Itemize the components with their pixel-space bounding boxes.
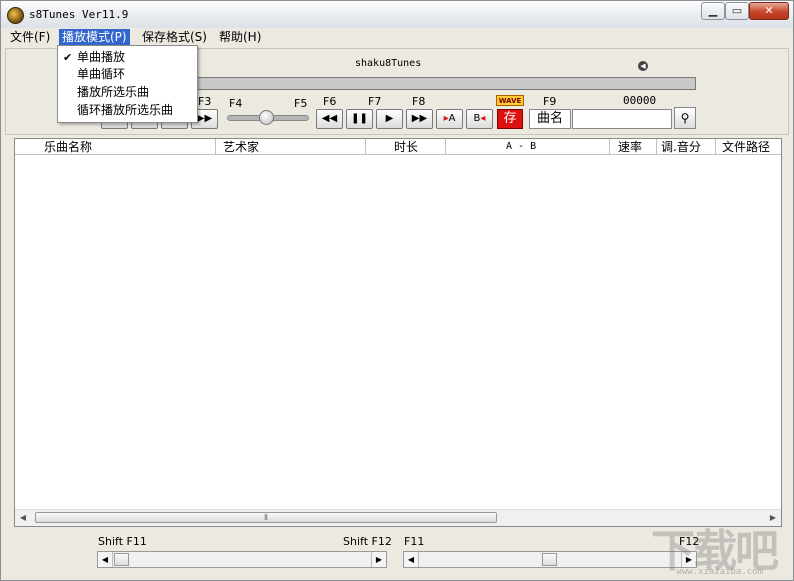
minimize-icon: ▁ — [708, 4, 718, 17]
maximize-icon: ▭ — [731, 4, 743, 17]
seek-bar[interactable] — [121, 77, 696, 90]
rewind-icon: ◀◀ — [321, 113, 338, 124]
dropdown-item-label: 播放所选乐曲 — [77, 85, 150, 99]
window-title: s8Tunes Ver11.9 — [29, 8, 129, 21]
scroll-left-icon[interactable]: ◀ — [18, 512, 28, 523]
set-a-label: A — [448, 113, 456, 124]
f4-label: F4 — [229, 97, 243, 110]
f3-label: F3 — [198, 95, 212, 108]
speed-slider-thumb[interactable] — [259, 110, 274, 125]
column-header-path[interactable]: 文件路径 — [716, 139, 781, 155]
search-field-label: 曲名 — [529, 109, 571, 129]
marker-b-icon: ◂ — [480, 113, 486, 124]
song-table[interactable]: 乐曲名称 艺术家 时长 A - B 速率 调.音分 文件路径 ◀ ⦀ ▶ — [14, 138, 782, 527]
column-header-title[interactable]: 乐曲名称 — [15, 139, 216, 155]
menu-play-mode[interactable]: 播放模式(P) — [59, 29, 130, 45]
pitch-slider-end-label: Shift F12 — [343, 535, 392, 548]
title-bar[interactable]: s8Tunes Ver11.9 ▁ ▭ ✕ — [1, 1, 793, 29]
skip-forward-button[interactable]: ▶▶ — [406, 109, 433, 129]
f9-label: F9 — [543, 95, 557, 108]
f7-label: F7 — [368, 95, 382, 108]
play-mode-dropdown: ✔ 单曲播放 单曲循环 播放所选乐曲 循环播放所选乐曲 — [57, 45, 198, 123]
set-a-button[interactable]: ▸A — [436, 109, 463, 129]
pitch-right-icon[interactable]: ▶ — [371, 552, 386, 567]
f6-label: F6 — [323, 95, 337, 108]
close-button[interactable]: ✕ — [749, 2, 789, 20]
pitch-left-icon[interactable]: ◀ — [98, 552, 113, 567]
search-input[interactable] — [572, 109, 672, 129]
menu-bar: 文件(F) 播放模式(P) 保存格式(S) 帮助(H) — [1, 28, 793, 46]
minimize-button[interactable]: ▁ — [701, 2, 725, 20]
column-header-pitch[interactable]: 调.音分 — [657, 139, 716, 155]
return-icon[interactable]: ◀ — [638, 61, 648, 71]
pitch-slider[interactable]: ◀ ▶ — [97, 551, 387, 568]
scrollbar-thumb[interactable]: ⦀ — [35, 512, 497, 523]
dropdown-item-play-selected[interactable]: 播放所选乐曲 — [58, 84, 197, 101]
dropdown-item-label: 单曲播放 — [77, 50, 126, 64]
pitch-slider-thumb[interactable] — [114, 553, 129, 566]
wave-badge: WAVE — [496, 95, 524, 106]
tune-left-icon[interactable]: ◀ — [404, 552, 419, 567]
set-b-button[interactable]: B◂ — [466, 109, 493, 129]
dropdown-item-label: 单曲循环 — [77, 67, 126, 81]
rewind-button[interactable]: ◀◀ — [316, 109, 343, 129]
close-icon: ✕ — [764, 4, 774, 17]
menu-save-format[interactable]: 保存格式(S) — [139, 29, 210, 45]
tune-slider-thumb[interactable] — [542, 553, 557, 566]
menu-help[interactable]: 帮助(H) — [216, 29, 264, 45]
column-header-duration[interactable]: 时长 — [366, 139, 446, 155]
f8-label: F8 — [412, 95, 426, 108]
watermark-url: www.xiazaiba.com — [676, 567, 763, 577]
maximize-button[interactable]: ▭ — [725, 2, 749, 20]
column-header-rate[interactable]: 速率 — [610, 139, 657, 155]
save-button[interactable]: 存 — [497, 109, 523, 129]
tune-slider-start-label: F11 — [404, 535, 425, 548]
pitch-slider-start-label: Shift F11 — [98, 535, 147, 548]
dropdown-item-single-play[interactable]: ✔ 单曲播放 — [58, 49, 197, 66]
column-header-ab[interactable]: A - B — [446, 139, 610, 155]
dropdown-item-label: 循环播放所选乐曲 — [77, 103, 174, 117]
menu-file[interactable]: 文件(F) — [7, 29, 53, 45]
position-counter: 00000 — [623, 94, 657, 107]
column-header-artist[interactable]: 艺术家 — [216, 139, 366, 155]
fast-forward-icon: ▶▶ — [196, 113, 213, 124]
search-button[interactable]: ⚲ — [674, 107, 696, 129]
now-playing-title: shaku8Tunes — [355, 58, 422, 69]
dropdown-item-loop-selected[interactable]: 循环播放所选乐曲 — [58, 102, 197, 119]
app-logo-icon[interactable] — [7, 7, 24, 24]
play-button[interactable]: ▶ — [376, 109, 403, 129]
play-icon: ▶ — [385, 113, 394, 124]
pause-button[interactable]: ❚❚ — [346, 109, 373, 129]
skip-forward-icon: ▶▶ — [411, 113, 428, 124]
dropdown-item-single-loop[interactable]: 单曲循环 — [58, 66, 197, 83]
search-icon: ⚲ — [680, 111, 690, 125]
f5-label: F5 — [294, 97, 308, 110]
checkmark-icon: ✔ — [63, 51, 73, 64]
pause-icon: ❚❚ — [351, 113, 368, 124]
